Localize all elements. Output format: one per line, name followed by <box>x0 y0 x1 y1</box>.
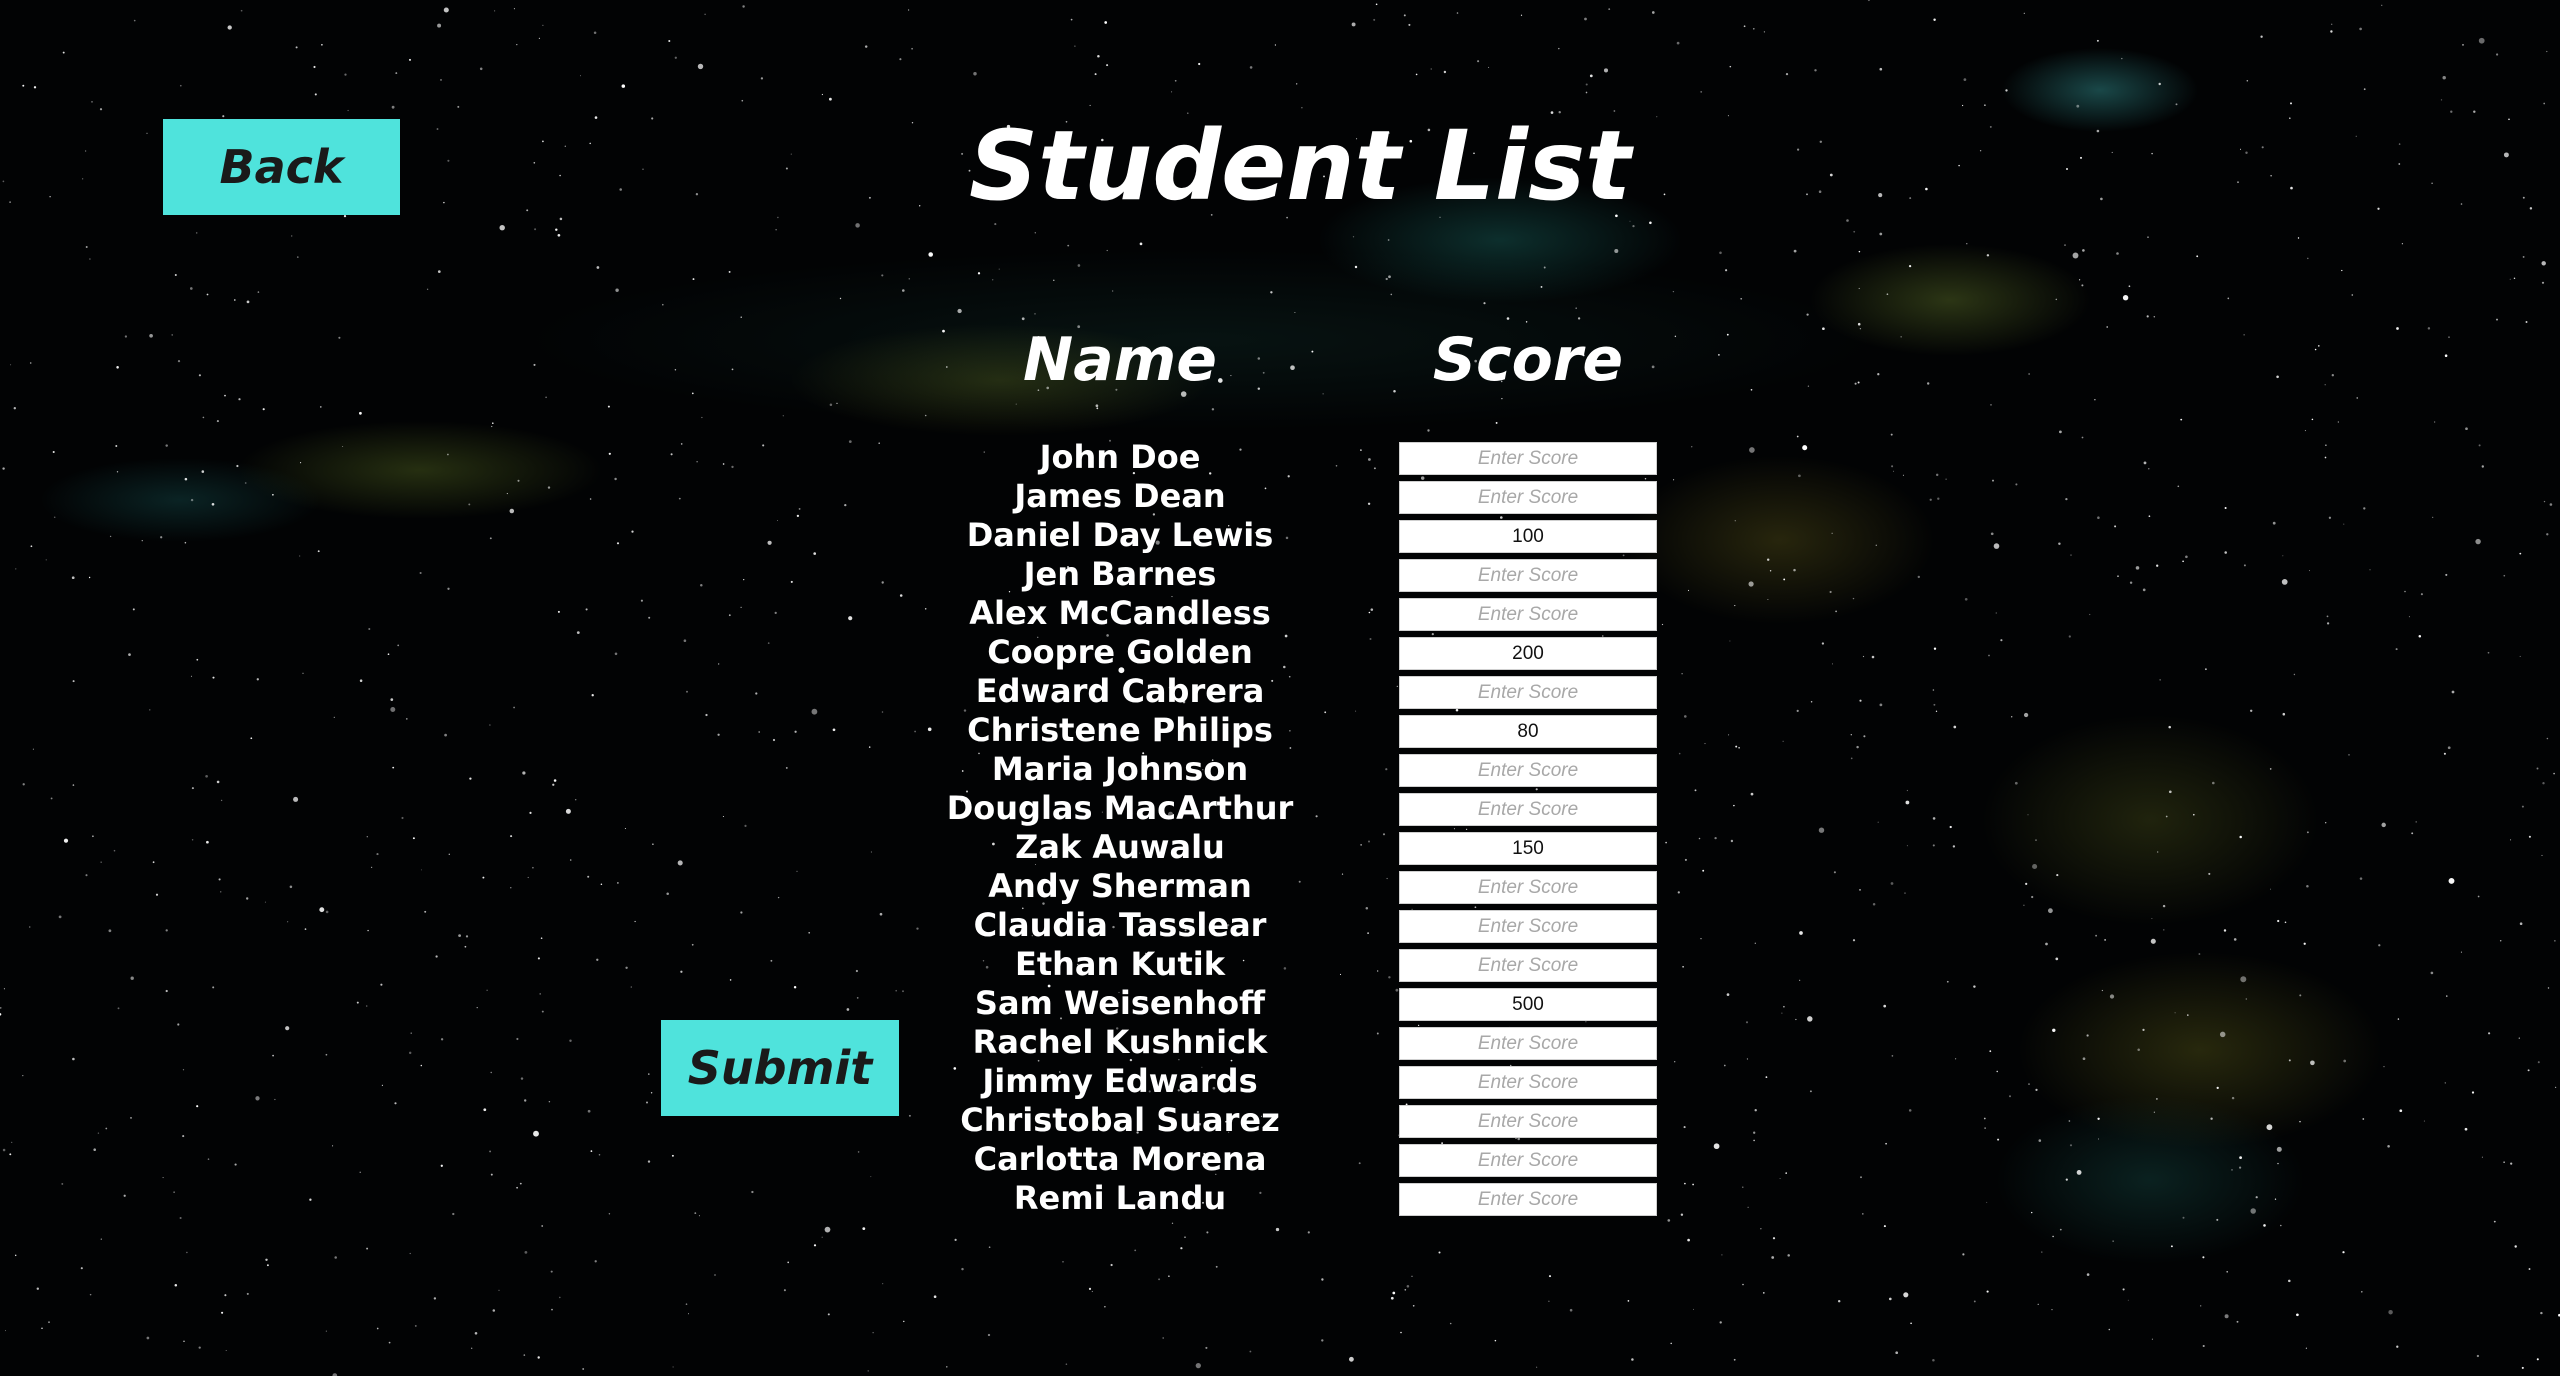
score-input[interactable] <box>1399 715 1657 748</box>
score-input[interactable] <box>1399 442 1657 475</box>
score-column-header: Score <box>1432 325 1624 395</box>
student-row: Christene Philips <box>900 711 1660 750</box>
student-row: James Dean <box>900 477 1660 516</box>
student-row: Claudia Tasslear <box>900 906 1660 945</box>
score-input[interactable] <box>1399 832 1657 865</box>
student-row: Jimmy Edwards <box>900 1062 1660 1101</box>
student-name: Ethan Kutik <box>1014 945 1225 983</box>
student-row: Daniel Day Lewis <box>900 516 1660 555</box>
student-name: James Dean <box>1014 477 1226 515</box>
student-row: Carlotta Morena <box>900 1140 1660 1179</box>
student-row: Remi Landu <box>900 1179 1660 1218</box>
score-input[interactable] <box>1399 988 1657 1021</box>
student-row: John Doe <box>900 438 1660 477</box>
page-title: Student List <box>969 110 1631 222</box>
name-column-header: Name <box>1023 325 1217 395</box>
student-row: Alex McCandless <box>900 594 1660 633</box>
student-name: Jen Barnes <box>1023 555 1217 593</box>
student-name: Jimmy Edwards <box>982 1062 1258 1100</box>
score-input[interactable] <box>1399 754 1657 787</box>
student-name: Alex McCandless <box>969 594 1271 632</box>
student-name: Andy Sherman <box>988 867 1252 905</box>
student-row: Edward Cabrera <box>900 672 1660 711</box>
student-name: Edward Cabrera <box>975 672 1265 710</box>
score-input[interactable] <box>1399 676 1657 709</box>
score-input[interactable] <box>1399 871 1657 904</box>
score-input[interactable] <box>1399 1066 1657 1099</box>
score-input[interactable] <box>1399 598 1657 631</box>
score-input[interactable] <box>1399 949 1657 982</box>
student-row: Jen Barnes <box>900 555 1660 594</box>
score-input[interactable] <box>1399 520 1657 553</box>
student-name: Zak Auwalu <box>1015 828 1225 866</box>
student-row: Douglas MacArthur <box>900 789 1660 828</box>
student-name: Carlotta Morena <box>973 1140 1267 1178</box>
student-row: Christobal Suarez <box>900 1101 1660 1140</box>
student-name: John Doe <box>1039 438 1201 476</box>
submit-button[interactable]: Submit <box>661 1020 899 1116</box>
student-name: Sam Weisenhoff <box>974 984 1266 1022</box>
score-input[interactable] <box>1399 1183 1657 1216</box>
student-row: Sam Weisenhoff <box>900 984 1660 1023</box>
student-name: Christobal Suarez <box>960 1101 1280 1139</box>
score-input[interactable] <box>1399 910 1657 943</box>
score-input[interactable] <box>1399 481 1657 514</box>
score-input[interactable] <box>1399 1027 1657 1060</box>
student-row: Coopre Golden <box>900 633 1660 672</box>
student-name: Claudia Tasslear <box>973 906 1267 944</box>
student-name: Coopre Golden <box>987 633 1253 671</box>
student-name: Douglas MacArthur <box>946 789 1294 827</box>
student-list: John DoeJames DeanDaniel Day LewisJen Ba… <box>900 438 1660 1218</box>
student-name: Maria Johnson <box>991 750 1249 788</box>
student-row: Zak Auwalu <box>900 828 1660 867</box>
student-name: Remi Landu <box>1013 1179 1227 1217</box>
student-row: Andy Sherman <box>900 867 1660 906</box>
student-row: Rachel Kushnick <box>900 1023 1660 1062</box>
score-input[interactable] <box>1399 793 1657 826</box>
student-row: Ethan Kutik <box>900 945 1660 984</box>
student-name: Christene Philips <box>967 711 1273 749</box>
back-button[interactable]: Back <box>163 119 400 215</box>
score-input[interactable] <box>1399 1105 1657 1138</box>
score-input[interactable] <box>1399 559 1657 592</box>
student-name: Daniel Day Lewis <box>966 516 1274 554</box>
student-name: Rachel Kushnick <box>972 1023 1268 1061</box>
student-row: Maria Johnson <box>900 750 1660 789</box>
score-input[interactable] <box>1399 1144 1657 1177</box>
score-input[interactable] <box>1399 637 1657 670</box>
